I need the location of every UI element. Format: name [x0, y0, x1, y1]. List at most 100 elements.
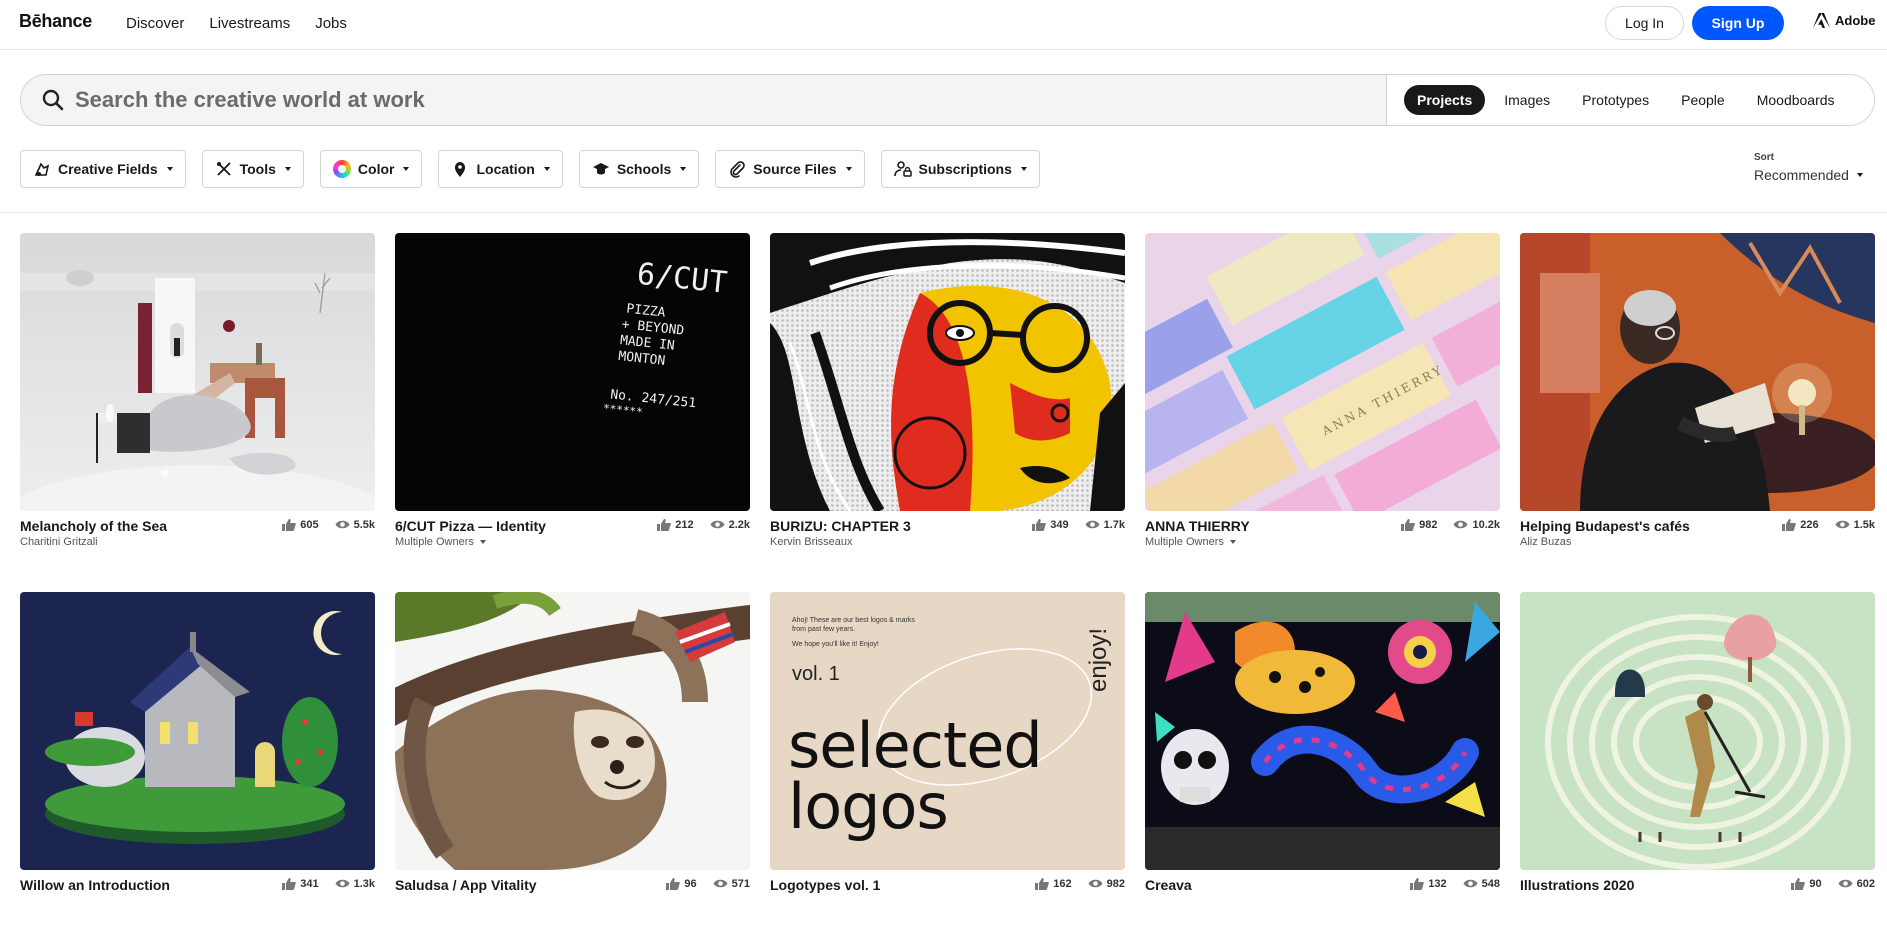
- views-count: 1.5k: [1853, 518, 1875, 531]
- sort-label: Sort: [1754, 152, 1774, 163]
- eye-icon: [710, 520, 725, 529]
- sort-dropdown[interactable]: Sort Recommended: [1754, 152, 1863, 183]
- views-count: 571: [731, 877, 750, 890]
- project-title[interactable]: BURIZU: CHAPTER 3: [770, 518, 1020, 534]
- likes-count: 349: [1050, 518, 1069, 531]
- main-nav: Discover Livestreams Jobs: [126, 15, 347, 32]
- project-owner[interactable]: Multiple Owners: [1145, 536, 1500, 548]
- adobe-label: Adobe: [1835, 13, 1876, 28]
- project-stats: 341 1.3k: [281, 877, 375, 890]
- cover-image-reading-man: [1520, 233, 1875, 511]
- project-cover[interactable]: [1520, 233, 1875, 511]
- owner-name: Charitini Gritzali: [20, 536, 98, 548]
- eye-icon: [1463, 879, 1478, 888]
- tab-prototypes[interactable]: Prototypes: [1569, 85, 1662, 115]
- filter-schools[interactable]: Schools: [578, 150, 700, 188]
- project-cover[interactable]: [20, 592, 375, 870]
- project-cover[interactable]: [770, 233, 1125, 511]
- project-cover[interactable]: [1520, 592, 1875, 870]
- thumbs-up-icon: [657, 519, 672, 531]
- cover-image-green-maze: [1520, 592, 1875, 870]
- project-title[interactable]: Helping Budapest's cafés: [1520, 518, 1770, 534]
- cover-image-night-house: [20, 592, 375, 870]
- likes-count: 132: [1428, 877, 1447, 890]
- likes-count: 212: [675, 518, 694, 531]
- art-text: enjoy!: [1085, 628, 1112, 692]
- project-card[interactable]: Helping Budapest's cafés Aliz Buzas 226 …: [1520, 233, 1875, 592]
- nav-jobs[interactable]: Jobs: [315, 15, 347, 32]
- project-title[interactable]: Creava: [1145, 877, 1395, 893]
- project-stats: 212 2.2k: [656, 518, 750, 531]
- project-cover[interactable]: [20, 233, 375, 511]
- location-pin-icon: [455, 162, 466, 177]
- project-cover[interactable]: 6/CUT PIZZA + BEYOND MADE IN MONTON No. …: [395, 233, 750, 511]
- chevron-down-icon: [543, 167, 550, 171]
- project-stats: 96 571: [665, 877, 750, 890]
- project-card[interactable]: Creava 132 548: [1145, 592, 1500, 951]
- cover-image-sloth: [395, 592, 750, 870]
- search-input[interactable]: [75, 87, 1355, 113]
- project-card[interactable]: ANNA THIERRY ANNA THIERRY Multiple Owner…: [1145, 233, 1500, 592]
- thumbs-up-icon: [282, 878, 297, 890]
- project-title[interactable]: Illustrations 2020: [1520, 877, 1770, 893]
- project-card[interactable]: 6/CUT PIZZA + BEYOND MADE IN MONTON No. …: [395, 233, 750, 592]
- filter-tools[interactable]: Tools: [201, 150, 304, 188]
- project-card[interactable]: Illustrations 2020 90 602: [1520, 592, 1875, 951]
- nav-livestreams[interactable]: Livestreams: [209, 15, 290, 32]
- filter-source-files[interactable]: Source Files: [715, 150, 865, 188]
- art-text: logos: [788, 770, 948, 843]
- project-title[interactable]: Melancholy of the Sea: [20, 518, 270, 534]
- eye-icon: [1085, 520, 1100, 529]
- filter-label: Tools: [239, 161, 276, 177]
- project-title[interactable]: 6/CUT Pizza — Identity: [395, 518, 645, 534]
- project-card[interactable]: Willow an Introduction 341 1.3k: [20, 592, 375, 951]
- project-title[interactable]: Willow an Introduction: [20, 877, 270, 893]
- behance-logo[interactable]: Bēhance: [19, 11, 92, 32]
- tab-images[interactable]: Images: [1491, 85, 1563, 115]
- project-title[interactable]: Logotypes vol. 1: [770, 877, 1020, 893]
- art-text: vol. 1: [792, 663, 840, 685]
- project-cover[interactable]: Ahoj! These are our best logos & marks f…: [770, 592, 1125, 870]
- nav-discover[interactable]: Discover: [126, 15, 184, 32]
- project-owner[interactable]: Kervin Brisseaux: [770, 536, 1125, 548]
- project-title[interactable]: Saludsa / App Vitality: [395, 877, 645, 893]
- cover-image-comic-face: [770, 233, 1125, 511]
- project-card[interactable]: BURIZU: CHAPTER 3 Kervin Brisseaux 349 1…: [770, 233, 1125, 592]
- filter-creative-fields[interactable]: Creative Fields: [20, 150, 186, 188]
- project-meta: Logotypes vol. 1 162 982: [770, 877, 1125, 917]
- project-owner[interactable]: Aliz Buzas: [1520, 536, 1875, 548]
- filter-color[interactable]: Color: [319, 150, 423, 188]
- login-button[interactable]: Log In: [1605, 6, 1684, 40]
- tab-people[interactable]: People: [1668, 85, 1738, 115]
- sort-value: Recommended: [1754, 167, 1863, 183]
- paperclip-icon: [730, 161, 746, 178]
- eye-icon: [335, 879, 350, 888]
- project-meta: Melancholy of the Sea Charitini Gritzali…: [20, 518, 375, 558]
- views-count: 10.2k: [1472, 518, 1500, 531]
- filter-location[interactable]: Location: [438, 150, 563, 188]
- project-card[interactable]: Saludsa / App Vitality 96 571: [395, 592, 750, 951]
- tab-projects[interactable]: Projects: [1404, 85, 1486, 115]
- likes-count: 96: [684, 877, 697, 890]
- project-cover[interactable]: ANNA THIERRY: [1145, 233, 1500, 511]
- chevron-down-icon: [284, 167, 291, 171]
- project-card[interactable]: Ahoj! These are our best logos & marks f…: [770, 592, 1125, 951]
- project-owner[interactable]: Charitini Gritzali: [20, 536, 375, 548]
- thumbs-up-icon: [1401, 519, 1415, 531]
- project-card[interactable]: Melancholy of the Sea Charitini Gritzali…: [20, 233, 375, 592]
- divider: [0, 212, 1887, 213]
- project-owner[interactable]: Multiple Owners: [395, 536, 750, 548]
- project-cover[interactable]: [1145, 592, 1500, 870]
- filter-subscriptions[interactable]: Subscriptions: [880, 150, 1040, 188]
- chevron-down-icon: [1229, 540, 1236, 544]
- eye-icon: [713, 879, 728, 888]
- adobe-link[interactable]: Adobe: [1813, 13, 1875, 28]
- project-meta: Saludsa / App Vitality 96 571: [395, 877, 750, 917]
- filter-label: Schools: [616, 161, 672, 177]
- project-cover[interactable]: [395, 592, 750, 870]
- tab-moodboards[interactable]: Moodboards: [1744, 85, 1848, 115]
- signup-button[interactable]: Sign Up: [1692, 6, 1784, 40]
- views-count: 1.7k: [1103, 518, 1125, 531]
- project-title[interactable]: ANNA THIERRY: [1145, 518, 1395, 534]
- project-stats: 349 1.7k: [1031, 518, 1125, 531]
